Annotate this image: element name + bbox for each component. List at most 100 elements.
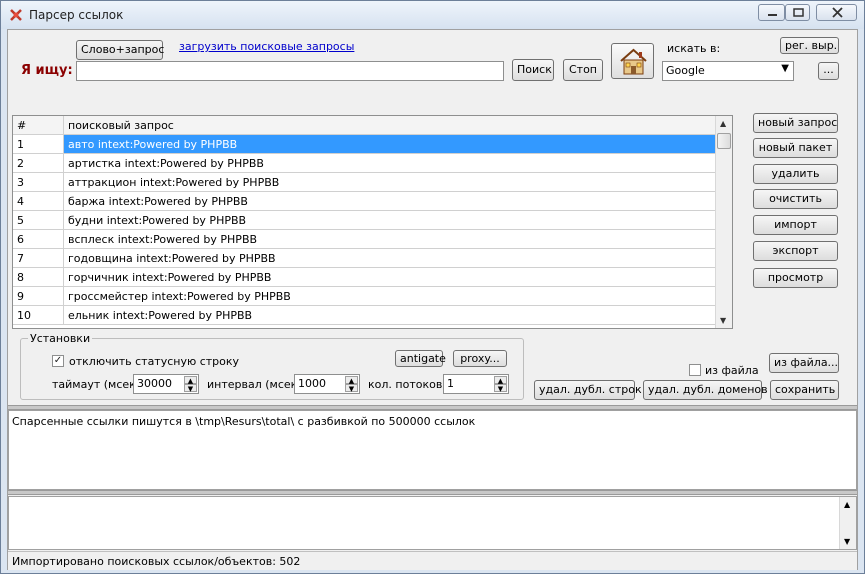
close-icon [832,7,843,18]
settings-group-title: Установки [28,332,93,345]
table-row[interactable]: 3 аттракцион intext:Powered by PHPBB [13,173,715,192]
table-row[interactable]: 9 гроссмейстер intext:Powered by PHPBB [13,287,715,306]
dropdown-arrow-icon: ▼ [781,63,789,74]
table-row[interactable]: 4 баржа intext:Powered by PHPBB [13,192,715,211]
threads-input[interactable]: 1 ▲ ▼ [443,374,509,394]
column-header-query[interactable]: поисковый запрос [64,116,715,135]
antigate-button[interactable]: antigate [395,350,446,367]
spin-down-icon[interactable]: ▼ [184,384,197,393]
row-query: ельник intext:Powered by PHPBB [64,306,715,325]
table-row[interactable]: 6 всплеск intext:Powered by PHPBB [13,230,715,249]
view-button[interactable]: просмотр [753,268,838,288]
timeout-input[interactable]: 30000 ▲ ▼ [133,374,199,394]
timeout-value: 30000 [137,377,172,390]
interval-label: интервал (мсек) [207,378,302,391]
scroll-up-icon[interactable]: ▲ [844,500,850,509]
interval-value: 1000 [298,377,326,390]
row-query: аттракцион intext:Powered by PHPBB [64,173,715,192]
spin-up-icon[interactable]: ▲ [184,376,197,385]
log-output[interactable]: Спарсенные ссылки пишутся в \tmp\Resurs\… [8,410,857,490]
close-button[interactable] [816,4,857,21]
threads-value: 1 [447,377,454,390]
row-num: 5 [13,211,64,230]
minimize-button[interactable] [758,4,785,21]
row-num: 4 [13,192,64,211]
dedupe-lines-button[interactable]: удал. дубл. строк [534,380,642,400]
import-button[interactable]: импорт [753,215,838,235]
status-text: Импортировано поисковых ссылок/объектов:… [12,555,301,568]
maximize-button[interactable] [785,4,810,21]
row-query: горчичник intext:Powered by PHPBB [64,268,715,287]
title-bar[interactable]: Парсер ссылок [1,1,864,29]
disable-status-label: отключить статусную строку [69,355,240,368]
proxy-button[interactable]: proxy... [453,350,507,367]
load-queries-link[interactable]: загрузить поисковые запросы [179,40,354,53]
row-num: 10 [13,306,64,325]
new-packet-button[interactable]: новый пакет [753,138,838,158]
minimize-icon [768,14,777,16]
more-button[interactable]: ... [818,62,839,80]
row-num: 3 [13,173,64,192]
scroll-thumb[interactable] [717,133,731,149]
table-scrollbar[interactable]: ▲ ▼ [715,116,732,328]
secondary-output[interactable]: ▲ ▼ [8,496,857,550]
app-icon [10,9,22,21]
queries-table[interactable]: # поисковый запрос 1 авто intext:Powered… [12,115,733,329]
restore-icon [793,8,804,17]
interval-input[interactable]: 1000 ▲ ▼ [294,374,360,394]
spin-up-icon[interactable]: ▲ [345,376,358,385]
log-message: Спарсенные ссылки пишутся в \tmp\Resurs\… [12,415,476,428]
table-row[interactable]: 8 горчичник intext:Powered by PHPBB [13,268,715,287]
table-row[interactable]: 10 ельник intext:Powered by PHPBB [13,306,715,325]
search-label: Я ищу: [21,63,73,78]
threads-label: кол. потоков [368,378,443,391]
search-button[interactable]: Поиск [512,59,554,81]
row-query: баржа intext:Powered by PHPBB [64,192,715,211]
clear-button[interactable]: очистить [753,189,838,209]
home-button[interactable] [611,43,654,79]
dedupe-domains-button[interactable]: удал. дубл. доменов [643,380,768,400]
stop-button[interactable]: Стоп [563,59,603,81]
from-file-checkbox[interactable] [689,364,701,376]
row-num: 7 [13,249,64,268]
from-file-button[interactable]: из файла... [769,353,839,373]
splitter[interactable] [8,490,857,495]
scroll-down-icon[interactable]: ▼ [844,537,850,546]
save-button[interactable]: сохранить [770,380,839,400]
timeout-label: таймаут (мсек) [52,378,141,391]
client-area: Слово+запрос загрузить поисковые запросы… [7,29,858,570]
spin-up-icon[interactable]: ▲ [494,376,507,385]
row-query: всплеск intext:Powered by PHPBB [64,230,715,249]
search-input[interactable] [76,61,504,81]
delete-button[interactable]: удалить [753,164,838,184]
row-query: артистка intext:Powered by PHPBB [64,154,715,173]
scroll-up-icon[interactable]: ▲ [720,119,726,128]
spin-down-icon[interactable]: ▼ [345,384,358,393]
row-query: гроссмейстер intext:Powered by PHPBB [64,287,715,306]
scroll-down-icon[interactable]: ▼ [720,316,726,325]
column-header-num[interactable]: # [13,116,64,135]
table-row[interactable]: 2 артистка intext:Powered by PHPBB [13,154,715,173]
row-num: 6 [13,230,64,249]
search-in-label: искать в: [667,42,721,55]
row-num: 2 [13,154,64,173]
table-row[interactable]: 7 годовщина intext:Powered by PHPBB [13,249,715,268]
window-title: Парсер ссылок [29,8,124,22]
table-row[interactable]: 5 будни intext:Powered by PHPBB [13,211,715,230]
spin-down-icon[interactable]: ▼ [494,384,507,393]
export-button[interactable]: экспорт [753,241,838,261]
disable-status-checkbox[interactable]: ✓ [52,355,64,367]
secondary-scrollbar[interactable]: ▲ ▼ [839,497,856,549]
word-query-button[interactable]: Слово+запрос [76,40,164,60]
new-query-button[interactable]: новый запрос [753,113,838,133]
table-row[interactable]: 1 авто intext:Powered by PHPBB [13,135,715,154]
regex-button[interactable]: рег. выр. [780,37,839,54]
row-query: авто intext:Powered by PHPBB [64,135,715,154]
house-icon [620,48,647,75]
status-bar: Импортировано поисковых ссылок/объектов:… [8,551,857,570]
row-query: годовщина intext:Powered by PHPBB [64,249,715,268]
engine-selected: Google [666,64,705,77]
engine-select[interactable]: Google ▼ [662,61,794,81]
from-file-checkbox-label: из файла [705,364,759,377]
row-num: 9 [13,287,64,306]
